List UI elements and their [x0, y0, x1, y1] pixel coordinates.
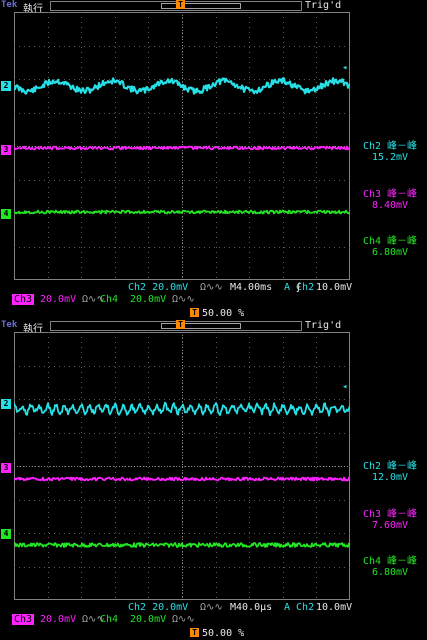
ch4-trace — [14, 542, 350, 548]
ch2-marker[interactable]: 2 — [1, 399, 11, 409]
trigger-position-icon: T — [176, 0, 185, 9]
ch4-marker[interactable]: 4 — [1, 209, 11, 219]
measurement-label: Ch4 峰－峰 — [362, 236, 418, 247]
ch3-scale[interactable]: 20.0mV — [40, 614, 76, 625]
status-bar: Tek 執行 T Trig'd — [0, 0, 427, 15]
trigger-percent-value: 50.00 % — [202, 628, 245, 639]
footer-row-1: Ch2 20.0mV Ω∿∿ M4.00ms A Ch2 ⨍ 10.0mV — [14, 282, 352, 293]
trigger-level[interactable]: 10.0mV — [316, 602, 352, 613]
measurement-ch2: Ch2 峰－峰 15.2mV — [358, 141, 422, 163]
timebase[interactable]: M4.00ms — [230, 282, 272, 293]
ch3-marker[interactable]: 3 — [1, 463, 11, 473]
trigger-percent-top: T 50.00 % — [190, 308, 244, 319]
coupling-icon: Ω∿∿ — [172, 614, 195, 625]
ch3-scale[interactable]: 20.0mV — [40, 294, 76, 305]
ch4-tag[interactable]: Ch4 — [100, 294, 118, 305]
measurement-label: Ch2 峰－峰 — [362, 141, 418, 152]
trigger-position-icon: T — [176, 320, 185, 329]
ch2-level-arrow-icon: ◂ — [342, 382, 348, 392]
trigger-status: Trig'd — [305, 0, 342, 11]
graticule — [14, 332, 350, 600]
ch2-scale[interactable]: Ch2 20.0mV — [128, 602, 188, 613]
measurement-label: Ch2 峰－峰 — [362, 461, 418, 472]
measurement-label: Ch3 峰－峰 — [362, 189, 418, 200]
ch4-tag[interactable]: Ch4 — [100, 614, 118, 625]
ch3-tag[interactable]: Ch3 — [12, 614, 35, 625]
coupling-icon: Ω∿∿ — [200, 282, 223, 293]
measurement-value: 7.60mV — [371, 520, 409, 531]
ch2-scale[interactable]: Ch2 20.0mV — [128, 282, 188, 293]
trigger-percent-value: 50.00 % — [202, 308, 245, 319]
ch3-tag[interactable]: Ch3 — [12, 294, 35, 305]
trigger-source[interactable]: A Ch2 — [284, 602, 314, 613]
footer-row-1: Ch2 20.0mV Ω∿∿ M40.0µs A Ch2 10.0mV — [14, 602, 352, 613]
graticule — [14, 12, 350, 280]
ch4-marker[interactable]: 4 — [1, 529, 11, 539]
trigger-percent: T 50.00 % — [190, 628, 244, 639]
trigger-status: Trig'd — [305, 320, 342, 331]
trigger-position-icon: T — [190, 308, 199, 317]
brand-label: Tek — [1, 320, 18, 330]
trigger-level[interactable]: 10.0mV — [316, 282, 352, 293]
record-window — [161, 3, 241, 9]
scope-screen-bottom: Tek 執行 T Trig'd 2 3 4 ◂ Ch2 峰－峰 12.0mV C… — [0, 320, 427, 640]
measurement-value: 8.40mV — [371, 200, 409, 211]
ch3-marker[interactable]: 3 — [1, 145, 11, 155]
measurement-value: 12.0mV — [371, 472, 409, 483]
measurement-label: Ch3 峰－峰 — [362, 509, 418, 520]
ch2-trace — [14, 77, 350, 95]
measurement-ch2: Ch2 峰－峰 12.0mV — [358, 461, 422, 483]
ch4-scale[interactable]: 20.0mV — [130, 294, 166, 305]
footer-row-2: Ch3 20.0mV Ω∿∿ Ch4 20.0mV Ω∿∿ — [12, 614, 350, 625]
measurement-ch4: Ch4 峰－峰 6.80mV — [358, 236, 422, 258]
ch2-marker[interactable]: 2 — [1, 81, 11, 91]
measurement-value: 6.80mV — [371, 247, 409, 258]
brand-label: Tek — [1, 0, 18, 10]
scope-screen-top: Tek 執行 T Trig'd 2 3 4 ◂ Ch2 峰－峰 15.2mV C… — [0, 0, 427, 320]
measurement-label: Ch4 峰－峰 — [362, 556, 418, 567]
coupling-icon: Ω∿∿ — [172, 294, 195, 305]
footer-row-2: Ch3 20.0mV Ω∿∿ Ch4 20.0mV Ω∿∿ — [12, 294, 350, 305]
measurement-ch4: Ch4 峰－峰 6.80mV — [358, 556, 422, 578]
measurement-ch3: Ch3 峰－峰 8.40mV — [358, 189, 422, 211]
measurement-ch3: Ch3 峰－峰 7.60mV — [358, 509, 422, 531]
timebase[interactable]: M40.0µs — [230, 602, 272, 613]
trigger-slope-icon: ⨍ — [296, 282, 302, 293]
trigger-position-icon: T — [190, 628, 199, 637]
ch4-scale[interactable]: 20.0mV — [130, 614, 166, 625]
coupling-icon: Ω∿∿ — [200, 602, 223, 613]
ch2-level-arrow-icon: ◂ — [342, 63, 348, 73]
status-bar: Tek 執行 T Trig'd — [0, 320, 427, 335]
measurement-value: 6.80mV — [371, 567, 409, 578]
measurement-value: 15.2mV — [371, 152, 409, 163]
record-window — [161, 323, 241, 329]
